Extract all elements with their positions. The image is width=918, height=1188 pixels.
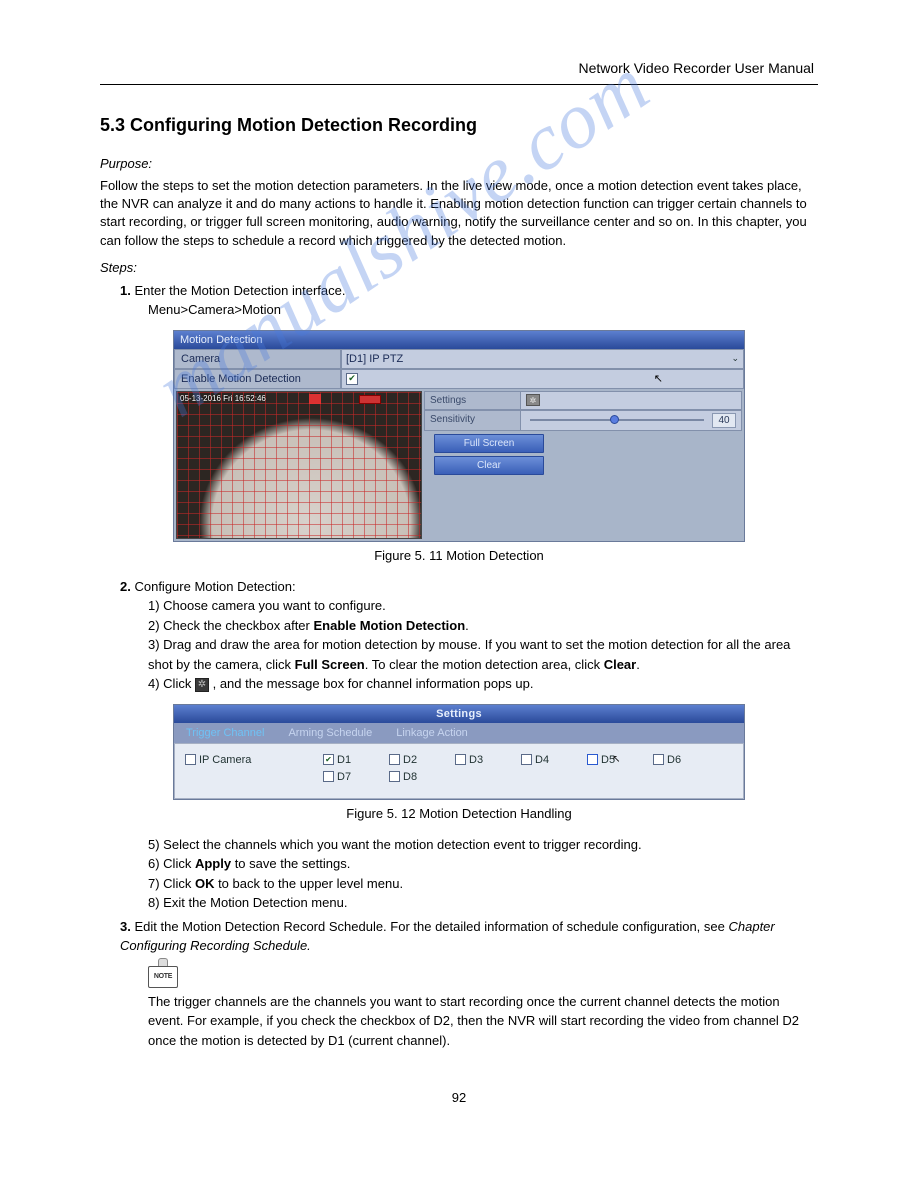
step-2-num: 2. xyxy=(120,579,131,594)
step-3-num: 3. xyxy=(120,919,131,934)
rec-badge-icon xyxy=(359,395,381,404)
purpose-label: Purpose: xyxy=(100,156,818,171)
step-2-4: 4) Click ✲ , and the message box for cha… xyxy=(148,674,818,694)
settings-panel: Settings Trigger Channel Arming Schedule… xyxy=(173,704,745,800)
enable-motion-label: Enable Motion Detection xyxy=(174,369,341,389)
page-number: 92 xyxy=(100,1090,818,1105)
step-2-7: 7) Click OK to back to the upper level m… xyxy=(148,874,818,894)
step-2-text: Configure Motion Detection: xyxy=(134,579,295,594)
channel-d2[interactable]: D2 xyxy=(389,754,447,766)
motion-detection-panel: Motion Detection Camera [D1] IP PTZ ⌄ En… xyxy=(173,330,745,542)
gear-icon[interactable]: ✲ xyxy=(526,394,540,406)
sensitivity-label: Sensitivity xyxy=(425,411,521,430)
step-2-1: 1) Choose camera you want to configure. xyxy=(148,596,818,616)
settings-tabs: Trigger Channel Arming Schedule Linkage … xyxy=(174,723,744,743)
clear-button[interactable]: Clear xyxy=(434,456,544,475)
purpose-text: Follow the steps to set the motion detec… xyxy=(100,177,818,250)
ipcamera-checkbox[interactable]: IP Camera xyxy=(185,754,315,766)
note-body: The trigger channels are the channels yo… xyxy=(148,992,818,1051)
step-1-path: Menu>Camera>Motion xyxy=(148,300,818,320)
full-screen-button[interactable]: Full Screen xyxy=(434,434,544,453)
channel-d7[interactable]: D7 xyxy=(323,771,381,783)
camera-dropdown[interactable]: [D1] IP PTZ ⌄ xyxy=(341,349,744,369)
ipcamera-row-2: D7 D8 xyxy=(185,771,733,783)
step-2-5: 5) Select the channels which you want th… xyxy=(148,835,818,855)
channel-d4[interactable]: D4 xyxy=(521,754,579,766)
cursor-icon: ↖ xyxy=(654,372,663,385)
motion-preview[interactable]: 05-13-2016 Fri 16:52:46 xyxy=(176,391,422,539)
step-3: 3. Edit the Motion Detection Record Sche… xyxy=(120,917,818,956)
settings-row-label: Settings xyxy=(425,392,521,409)
channel-d8[interactable]: D8 xyxy=(389,771,447,783)
note-icon: NOTE xyxy=(148,962,178,988)
step-2-8: 8) Exit the Motion Detection menu. xyxy=(148,893,818,913)
sensitivity-value: 40 xyxy=(712,413,736,428)
ipcamera-row: IP Camera D1 D2 D3 D4 D5↖ D6 xyxy=(185,754,733,766)
settings-panel-title: Settings xyxy=(174,705,744,723)
step-2-6: 6) Click Apply to save the settings. xyxy=(148,854,818,874)
figure-2-caption: Figure 5. 12 Motion Detection Handling xyxy=(100,806,818,821)
camera-value: [D1] IP PTZ xyxy=(346,353,403,365)
camera-label: Camera xyxy=(174,349,341,369)
step-2: 2. Configure Motion Detection: xyxy=(120,577,818,597)
tab-arming-schedule[interactable]: Arming Schedule xyxy=(276,723,384,743)
settings-row-field[interactable]: ✲ xyxy=(521,392,741,409)
section-title: 5.3 Configuring Motion Detection Recordi… xyxy=(100,115,818,136)
preview-timestamp: 05-13-2016 Fri 16:52:46 xyxy=(180,394,266,403)
doc-title: Network Video Recorder User Manual xyxy=(100,60,818,76)
slider-thumb[interactable] xyxy=(610,415,619,424)
note-row: NOTE xyxy=(148,962,818,988)
channel-d3[interactable]: D3 xyxy=(455,754,513,766)
channel-d5[interactable]: D5↖ xyxy=(587,754,645,766)
step-1-text: Enter the Motion Detection interface. xyxy=(134,283,345,298)
header-rule xyxy=(100,84,818,85)
enable-motion-checkbox[interactable]: ✔ xyxy=(346,373,358,385)
step-2-2: 2) Check the checkbox after Enable Motio… xyxy=(148,616,818,636)
chevron-down-icon: ⌄ xyxy=(731,353,739,364)
manual-page: Network Video Recorder User Manual 5.3 C… xyxy=(0,0,918,1185)
motion-grid-overlay xyxy=(177,392,421,538)
figure-1-caption: Figure 5. 11 Motion Detection xyxy=(100,548,818,563)
motion-panel-title: Motion Detection xyxy=(174,331,744,349)
sensitivity-slider[interactable] xyxy=(530,419,704,421)
enable-motion-field[interactable]: ✔ ↖ xyxy=(341,369,744,389)
step-2-3: 3) Drag and draw the area for motion det… xyxy=(148,635,818,674)
settings-body: IP Camera D1 D2 D3 D4 D5↖ D6 D7 D8 xyxy=(174,743,744,799)
step-1-num: 1. xyxy=(120,283,131,298)
channel-d6[interactable]: D6 xyxy=(653,754,711,766)
channel-d1[interactable]: D1 xyxy=(323,754,381,766)
motion-right-column: Settings ✲ Sensitivity 40 Full Scre xyxy=(424,391,742,539)
cursor-icon: ↖ xyxy=(612,754,620,765)
tab-linkage-action[interactable]: Linkage Action xyxy=(384,723,480,743)
step-2-4a: 4) Click xyxy=(148,676,191,691)
step-1: 1. Enter the Motion Detection interface. xyxy=(120,281,818,301)
sensitivity-field[interactable]: 40 xyxy=(521,411,741,430)
gear-icon: ✲ xyxy=(195,678,209,692)
motion-hotcell xyxy=(309,394,321,404)
steps-label: Steps: xyxy=(100,260,818,275)
tab-trigger-channel[interactable]: Trigger Channel xyxy=(174,723,276,743)
